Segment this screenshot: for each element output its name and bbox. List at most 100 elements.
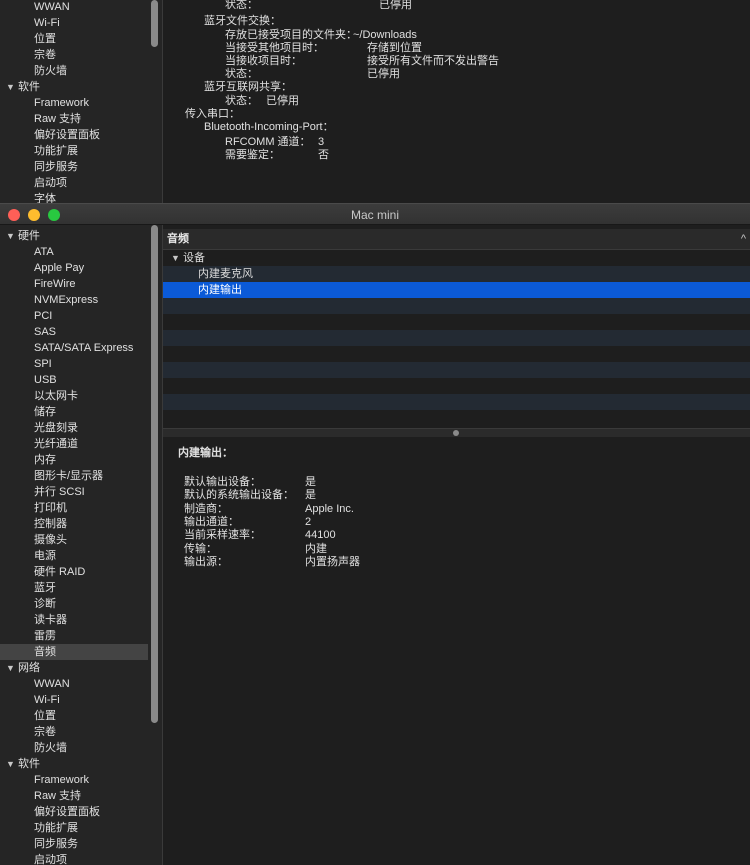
sidebar-item[interactable]: 读卡器 bbox=[0, 612, 148, 628]
detail-label: 状态： bbox=[225, 68, 258, 80]
sidebar-item-label: PCI bbox=[34, 310, 53, 322]
sidebar-item-label: SAS bbox=[34, 326, 57, 338]
background-window: WWAN Wi-Fi 位置宗卷防火墙 ▼ 软件 Framework Raw 支持偏好设置面板… bbox=[0, 0, 750, 203]
disclosure-triangle-icon[interactable]: ▼ bbox=[6, 660, 18, 676]
sidebar-item[interactable]: 控制器 bbox=[0, 516, 148, 532]
sidebar-item-label: 以太网卡 bbox=[34, 390, 78, 402]
sidebar-item-label: 宗卷 bbox=[34, 49, 56, 61]
sidebar-item[interactable]: 硬件 RAID bbox=[0, 564, 148, 580]
sidebar-group[interactable]: ▼ 软件 bbox=[0, 756, 148, 772]
sidebar-item[interactable]: 电源 bbox=[0, 548, 148, 564]
info-key: 当前采样速率： bbox=[184, 529, 261, 542]
sidebar-item-label: Framework bbox=[34, 774, 90, 786]
sidebar-item[interactable]: 以太网卡 bbox=[0, 388, 148, 404]
sidebar-item[interactable]: SATA/SATA Express bbox=[0, 340, 148, 356]
sidebar-item[interactable]: 音频 bbox=[0, 644, 148, 660]
sidebar-item[interactable]: WWAN bbox=[0, 676, 148, 692]
detail-value: 3 bbox=[318, 136, 325, 148]
system-info-window: Mac mini ▼ 硬件 ATA Apple Pay FireWire NVMExpre… bbox=[0, 203, 750, 865]
sidebar-item-label: 启动项 bbox=[34, 177, 67, 189]
info-key: 制造商： bbox=[184, 502, 228, 515]
sidebar-item[interactable]: 诊断 bbox=[0, 596, 148, 612]
sidebar-item[interactable]: 雷雳 bbox=[0, 628, 148, 644]
sidebar-item[interactable]: Framework bbox=[0, 95, 148, 111]
disclosure-triangle-icon[interactable]: ▼ bbox=[6, 756, 18, 772]
sort-chevron-icon[interactable]: ^ bbox=[741, 229, 746, 249]
info-key: 传输： bbox=[184, 542, 217, 555]
info-value: 内建 bbox=[305, 542, 327, 555]
sidebar-item[interactable]: 防火墙 bbox=[0, 740, 148, 756]
sidebar-item[interactable]: 启动项 bbox=[0, 852, 148, 865]
sidebar-item[interactable]: USB bbox=[0, 372, 148, 388]
list-row bbox=[163, 362, 750, 378]
info-key: 输出通道： bbox=[184, 515, 239, 528]
sidebar-item[interactable]: 光纤通道 bbox=[0, 436, 148, 452]
detail-label: 存放已接受项目的文件夹： bbox=[225, 29, 357, 41]
sidebar-group[interactable]: ▼ 网络 bbox=[0, 660, 148, 676]
sidebar-item[interactable]: 功能扩展 bbox=[0, 820, 148, 836]
detail-label: 需要鉴定： bbox=[225, 149, 280, 161]
sidebar-item[interactable]: 字体 bbox=[0, 191, 148, 203]
sidebar-item[interactable]: Apple Pay bbox=[0, 260, 148, 276]
sidebar-item-label: FireWire bbox=[34, 278, 76, 290]
detail-value: 接受所有文件而不发出警告 bbox=[367, 55, 499, 67]
sidebar-item[interactable]: SAS bbox=[0, 324, 148, 340]
sidebar-item[interactable]: Raw 支持 bbox=[0, 788, 148, 804]
list-row[interactable]: 内建麦克风 bbox=[163, 266, 750, 282]
sidebar-item[interactable]: 偏好设置面板 bbox=[0, 127, 148, 143]
info-key: 输出源： bbox=[184, 555, 228, 568]
sidebar-item[interactable]: 储存 bbox=[0, 404, 148, 420]
sidebar-group[interactable]: ▼ 硬件 bbox=[0, 228, 148, 244]
title-bar[interactable]: Mac mini bbox=[0, 203, 750, 225]
list-row[interactable]: 内建输出 bbox=[163, 282, 750, 298]
detail-value: 否 bbox=[318, 149, 329, 161]
sidebar-item[interactable]: PCI bbox=[0, 308, 148, 324]
sidebar-item[interactable]: 同步服务 bbox=[0, 836, 148, 852]
sidebar-item[interactable]: Raw 支持 bbox=[0, 111, 148, 127]
disclosure-triangle-icon[interactable]: ▼ bbox=[171, 250, 180, 266]
list-row[interactable]: ▼ 设备 bbox=[163, 250, 750, 266]
sidebar-item[interactable]: 宗卷 bbox=[0, 47, 148, 63]
list-row bbox=[163, 330, 750, 346]
sidebar-item[interactable]: 启动项 bbox=[0, 175, 148, 191]
column-header[interactable]: 音频 ^ bbox=[163, 229, 750, 250]
sidebar-item[interactable]: 宗卷 bbox=[0, 724, 148, 740]
disclosure-triangle-icon[interactable]: ▼ bbox=[6, 79, 18, 95]
sidebar-item[interactable]: 位置 bbox=[0, 708, 148, 724]
sidebar-item[interactable]: 摄像头 bbox=[0, 532, 148, 548]
sidebar-item[interactable]: Wi-Fi bbox=[0, 692, 148, 708]
sidebar-item[interactable]: Wi-Fi bbox=[0, 15, 148, 31]
sidebar-item-label: Wi-Fi bbox=[34, 17, 60, 29]
bg-sidebar-scrollbar[interactable] bbox=[151, 0, 158, 47]
sidebar-item-label: 偏好设置面板 bbox=[34, 129, 100, 141]
sidebar-item-label: Raw 支持 bbox=[34, 790, 82, 802]
disclosure-triangle-icon[interactable]: ▼ bbox=[6, 228, 18, 244]
sidebar-item[interactable]: FireWire bbox=[0, 276, 148, 292]
sidebar-item-label: 硬件 bbox=[18, 230, 40, 242]
sidebar-item[interactable]: NVMExpress bbox=[0, 292, 148, 308]
sidebar-item[interactable]: 图形卡/显示器 bbox=[0, 468, 148, 484]
sidebar-item[interactable]: 位置 bbox=[0, 31, 148, 47]
sidebar-item[interactable]: SPI bbox=[0, 356, 148, 372]
divider-handle-icon[interactable] bbox=[453, 430, 459, 436]
sidebar-item[interactable]: 防火墙 bbox=[0, 63, 148, 79]
sidebar-item[interactable]: 打印机 bbox=[0, 500, 148, 516]
sidebar-item[interactable]: Framework bbox=[0, 772, 148, 788]
detail-value: 已停用 bbox=[379, 0, 412, 11]
sidebar-item[interactable]: 偏好设置面板 bbox=[0, 804, 148, 820]
sidebar-item[interactable]: 并行 SCSI bbox=[0, 484, 148, 500]
list-row bbox=[163, 298, 750, 314]
sidebar-item[interactable]: 光盘刻录 bbox=[0, 420, 148, 436]
sidebar-scrollbar[interactable] bbox=[151, 225, 158, 723]
sidebar-item-label: 电源 bbox=[34, 550, 56, 562]
sidebar-item[interactable]: WWAN bbox=[0, 0, 148, 15]
detail-value: 已停用 bbox=[367, 68, 400, 80]
sidebar-item[interactable]: 内存 bbox=[0, 452, 148, 468]
info-value: Apple Inc. bbox=[305, 502, 354, 515]
sidebar-item[interactable]: 同步服务 bbox=[0, 159, 148, 175]
detail-label: Bluetooth-Incoming-Port： bbox=[204, 121, 334, 133]
sidebar-item[interactable]: ATA bbox=[0, 244, 148, 260]
sidebar-item[interactable]: 蓝牙 bbox=[0, 580, 148, 596]
sidebar-item[interactable]: 功能扩展 bbox=[0, 143, 148, 159]
sidebar-group[interactable]: ▼ 软件 bbox=[0, 79, 148, 95]
